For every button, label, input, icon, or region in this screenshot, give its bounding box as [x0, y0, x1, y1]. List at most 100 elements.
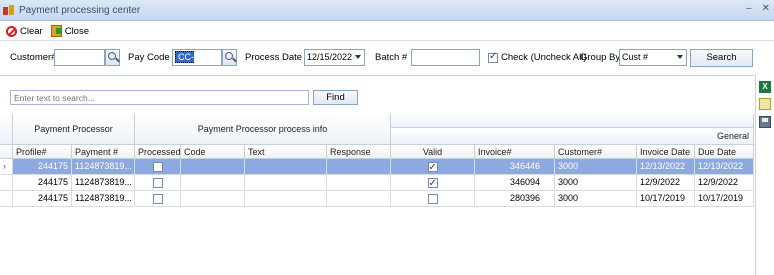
- cell-response[interactable]: [327, 175, 391, 191]
- check-all-checkbox[interactable]: [488, 51, 498, 63]
- cell-response[interactable]: [327, 159, 391, 175]
- cell-customer[interactable]: 3000: [555, 191, 637, 207]
- app-icon: [3, 4, 15, 16]
- cell-code[interactable]: [181, 191, 245, 207]
- col-customer[interactable]: Customer#: [555, 145, 637, 159]
- cell-payment[interactable]: 1124873819...: [72, 191, 135, 207]
- cell-text[interactable]: [245, 175, 327, 191]
- clear-icon: [6, 25, 17, 37]
- cell-invoice-date[interactable]: 12/9/2022: [637, 175, 695, 191]
- col-invoice[interactable]: Invoice#: [475, 145, 555, 159]
- col-invoice-date[interactable]: Invoice Date: [637, 145, 695, 159]
- group-by-value: Cust #: [622, 52, 649, 62]
- grid-search-input[interactable]: [10, 90, 309, 105]
- exit-door-icon: [50, 25, 62, 37]
- pay-code-label: Pay Code: [128, 52, 170, 63]
- cell-code[interactable]: [181, 159, 245, 175]
- minimize-icon[interactable]: –: [746, 3, 752, 14]
- band-payment-processor: Payment Processor: [13, 114, 135, 145]
- magnifier-icon: [225, 52, 233, 60]
- cell-payment[interactable]: 1124873819...: [72, 175, 135, 191]
- clear-button[interactable]: Clear: [6, 25, 43, 37]
- pay-code-value: CC-WEEKLY: [175, 51, 215, 65]
- cell-processed[interactable]: [135, 175, 181, 191]
- group-by-select[interactable]: Cust #: [619, 49, 687, 66]
- cell-processed[interactable]: [135, 191, 181, 207]
- cell-processed[interactable]: [135, 159, 181, 175]
- excel-export-icon[interactable]: X: [759, 81, 771, 93]
- row-indicator-column: [0, 145, 13, 159]
- cell-code[interactable]: [181, 175, 245, 191]
- cell-profile[interactable]: 244175: [13, 191, 72, 207]
- col-valid[interactable]: Valid: [391, 145, 475, 159]
- clear-label: Clear: [20, 25, 43, 37]
- col-code[interactable]: Code: [181, 145, 245, 159]
- cell-customer[interactable]: 3000: [555, 159, 637, 175]
- process-date-input[interactable]: 12/15/2022: [304, 49, 365, 66]
- row-selector[interactable]: [0, 191, 13, 207]
- search-button[interactable]: Search: [690, 49, 753, 67]
- close-button[interactable]: Close: [50, 25, 89, 37]
- filter-bar: Customer# Pay Code CC-WEEKLY Process Dat…: [0, 42, 774, 74]
- save-icon[interactable]: [759, 116, 771, 128]
- cell-text[interactable]: [245, 191, 327, 207]
- col-profile[interactable]: Profile#: [13, 145, 72, 159]
- cell-profile[interactable]: 244175: [13, 159, 72, 175]
- pay-code-input[interactable]: CC-WEEKLY: [172, 49, 222, 66]
- pay-code-lookup-button[interactable]: [222, 49, 237, 66]
- batch-input[interactable]: [411, 49, 480, 66]
- group-by-label: Group By: [580, 52, 621, 63]
- find-button[interactable]: Find: [313, 90, 358, 105]
- cell-invoice[interactable]: 280396: [475, 191, 555, 207]
- cell-invoice-date[interactable]: 12/13/2022: [637, 159, 695, 175]
- cell-due-date[interactable]: 12/13/2022: [695, 159, 754, 175]
- dropdown-arrow-icon: [677, 55, 683, 59]
- table-row[interactable]: 244175 1124873819... 346094 3000 12/9/20…: [0, 175, 754, 191]
- cell-valid[interactable]: [391, 175, 475, 191]
- side-toolbar: X: [755, 75, 774, 275]
- customer-lookup-button[interactable]: [105, 49, 120, 66]
- window-title: Payment processing center: [19, 4, 141, 16]
- valid-checkbox[interactable]: [427, 193, 438, 204]
- col-response[interactable]: Response: [327, 145, 391, 159]
- edit-icon[interactable]: [759, 98, 771, 110]
- cell-valid[interactable]: [391, 191, 475, 207]
- cell-text[interactable]: [245, 159, 327, 175]
- cell-due-date[interactable]: 10/17/2019: [695, 191, 754, 207]
- row-selector[interactable]: [0, 175, 13, 191]
- band-top-spacer: [391, 114, 754, 128]
- toolbar: Clear Close: [0, 22, 774, 41]
- cell-invoice[interactable]: 346446: [475, 159, 555, 175]
- cell-profile[interactable]: 244175: [13, 175, 72, 191]
- col-due-date[interactable]: Due Date: [695, 145, 754, 159]
- payment-grid: Payment Processor Payment Processor proc…: [0, 114, 754, 275]
- close-window-icon[interactable]: ✕: [762, 3, 770, 14]
- cell-response[interactable]: [327, 191, 391, 207]
- batch-label: Batch #: [375, 52, 408, 63]
- title-bar: Payment processing center – ✕: [0, 0, 774, 21]
- valid-checkbox[interactable]: [427, 160, 438, 174]
- valid-checkbox[interactable]: [427, 176, 438, 190]
- cell-due-date[interactable]: 12/9/2022: [695, 175, 754, 191]
- dropdown-arrow-icon[interactable]: [355, 55, 361, 59]
- col-processed[interactable]: Processed: [135, 145, 181, 159]
- cell-customer[interactable]: 3000: [555, 175, 637, 191]
- customer-label: Customer#: [10, 52, 57, 63]
- processed-checkbox[interactable]: [152, 177, 163, 188]
- customer-input[interactable]: [54, 49, 105, 66]
- row-indicator-header: [0, 114, 13, 145]
- col-payment[interactable]: Payment #: [72, 145, 135, 159]
- processed-checkbox[interactable]: [152, 193, 163, 204]
- check-all-toggle[interactable]: Check (Uncheck All): [488, 51, 587, 63]
- col-text[interactable]: Text: [245, 145, 327, 159]
- cell-payment[interactable]: 1124873819...: [72, 159, 135, 175]
- row-selector-icon[interactable]: ›: [0, 159, 13, 175]
- processed-checkbox[interactable]: [152, 161, 163, 172]
- table-row[interactable]: 244175 1124873819... 280396 3000 10/17/2…: [0, 191, 754, 207]
- cell-valid[interactable]: [391, 159, 475, 175]
- table-row[interactable]: › 244175 1124873819... 346446 3000 12/13…: [0, 159, 754, 175]
- check-all-label: Check (Uncheck All): [501, 52, 587, 63]
- cell-invoice-date[interactable]: 10/17/2019: [637, 191, 695, 207]
- close-label: Close: [64, 25, 89, 37]
- cell-invoice[interactable]: 346094: [475, 175, 555, 191]
